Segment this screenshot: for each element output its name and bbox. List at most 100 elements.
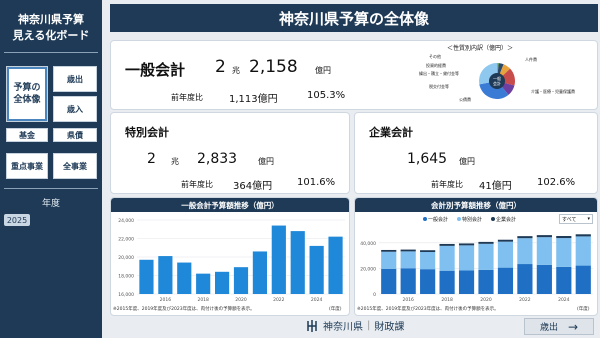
x-tick-label: 2016 — [160, 297, 172, 303]
general-amount-cho: 2 — [215, 57, 226, 77]
nav-expenditure-button[interactable]: 歳出 — [53, 66, 97, 92]
pie-label: 投資的経費 — [426, 62, 446, 68]
year-label: 年度 — [41, 199, 60, 209]
logo-divider: | — [367, 320, 371, 331]
stacked-bar-segment[interactable] — [420, 250, 436, 253]
special-amount-oku: 2,833 — [197, 151, 238, 167]
bar[interactable] — [177, 262, 192, 294]
stacked-bar-segment[interactable] — [556, 238, 572, 267]
legend-label: 企業会計 — [496, 216, 516, 223]
x-tick-label: 2018 — [197, 297, 209, 303]
stacked-bar-segment[interactable] — [575, 265, 591, 294]
special-yoy-diff: 364億円 — [233, 181, 273, 192]
general-budget-trend-chart-card: 一般会計予算額推移（億円） 16,000 18,000 20,000 22,000 24… — [110, 197, 350, 316]
chart1-axis-note: (年度) — [329, 307, 342, 312]
enterprise-amount-oku-unit: 億円 — [459, 157, 475, 166]
stacked-bar-segment[interactable] — [575, 234, 591, 237]
stacked-bar-segment[interactable] — [478, 269, 494, 294]
nav-revenue-button[interactable]: 歳入 — [53, 96, 97, 122]
stacked-bar-segment[interactable] — [497, 241, 514, 268]
stacked-bar-segment[interactable] — [381, 268, 397, 294]
bar[interactable] — [290, 231, 305, 294]
app-title: 神奈川県予算 見える化ボード — [12, 13, 90, 42]
stacked-bar-segment[interactable] — [400, 268, 416, 294]
legend-marker — [457, 217, 461, 221]
bar[interactable] — [196, 273, 211, 294]
sidebar-divider — [4, 52, 98, 53]
nav-priority-projects-button[interactable]: 重点事業 — [6, 153, 48, 179]
stacked-bar-segment[interactable] — [497, 239, 514, 242]
stacked-bar-segment[interactable] — [556, 236, 572, 239]
special-amount-cho-unit: 兆 — [171, 157, 179, 166]
bar[interactable] — [271, 225, 286, 294]
stacked-bar-segment[interactable] — [536, 264, 552, 294]
stacked-bar-segment[interactable] — [400, 249, 416, 252]
stacked-bar-segment[interactable] — [517, 238, 533, 265]
special-yoy-pct: 101.6% — [297, 177, 336, 188]
stacked-bar-segment[interactable] — [517, 264, 533, 294]
stacked-bar-segment[interactable] — [439, 270, 455, 294]
prefecture-emblem-icon — [307, 319, 317, 332]
stacked-bar-segment[interactable] — [420, 269, 436, 294]
stacked-bar-segment[interactable] — [556, 266, 572, 294]
enterprise-account-label: 企業会計 — [369, 126, 413, 139]
stacked-bar-segment[interactable] — [439, 245, 455, 271]
bar[interactable] — [252, 251, 267, 294]
general-yoy-label: 前年度比 — [171, 93, 203, 102]
y-tick-label: 0 — [373, 292, 376, 298]
pie-label: 介護・医療・児童保護費 — [531, 88, 575, 94]
pie-label: 人件費 — [525, 56, 537, 62]
stacked-bar-segment[interactable] — [381, 249, 397, 252]
stacked-bar-segment[interactable] — [536, 235, 552, 238]
stacked-bar-segment[interactable] — [536, 237, 552, 265]
x-tick-label: 2016 — [402, 297, 414, 303]
account-budget-trend-chart-card: 会計別予算額推移（億円） すべて ▾ 一般会計 特別会計 企業会計 0 20,000 40… — [354, 197, 598, 316]
pie-label: 繰出・積立・貸付金等 — [419, 70, 459, 76]
general-yoy-pct: 105.3% — [307, 90, 346, 101]
y-tick-label: 40,000 — [360, 241, 376, 247]
nav-all-projects-button[interactable]: 全事業 — [53, 153, 97, 179]
year-select[interactable]: 2025 — [4, 214, 30, 226]
next-page-button[interactable]: 歳出 → — [524, 318, 594, 335]
enterprise-yoy-pct: 102.6% — [537, 177, 576, 188]
pie-label: 公債費 — [459, 96, 471, 102]
stacked-bar-segment[interactable] — [400, 251, 416, 269]
legend-marker — [423, 217, 427, 221]
stacked-bar-segment[interactable] — [458, 243, 475, 246]
stacked-bar-segment[interactable] — [497, 267, 514, 294]
stacked-bar-segment[interactable] — [381, 251, 397, 269]
stacked-bar-segment[interactable] — [478, 243, 494, 270]
general-yoy-diff: 1,113億円 — [229, 94, 278, 105]
x-tick-label: 2024 — [311, 297, 323, 303]
bar[interactable] — [139, 259, 154, 294]
stacked-bar-segment[interactable] — [458, 245, 475, 271]
bar[interactable] — [233, 267, 249, 294]
sidebar: 神奈川県予算 見える化ボード 予算の 全体像 歳出 歳入 基金 県債 重点事業 … — [0, 0, 102, 338]
nav-fund-button[interactable]: 基金 — [6, 128, 48, 142]
general-amount-cho-unit: 兆 — [232, 66, 240, 75]
chart2-footnote: ※2015年度、2019年度及び2023年度は、肉付け後の予算額を表示。 — [357, 307, 499, 312]
general-account-card: 一般会計 2 兆 2,158 億円 前年度比 1,113億円 105.3% ＜性… — [110, 40, 598, 110]
y-tick-label: 16,000 — [118, 292, 134, 298]
x-tick-label: 2020 — [480, 297, 492, 303]
stacked-bar-segment[interactable] — [517, 236, 533, 239]
stacked-bar-segment[interactable] — [420, 252, 436, 270]
stacked-bar-segment[interactable] — [458, 270, 475, 294]
next-page-label: 歳出 — [539, 323, 558, 333]
nav-debt-button[interactable]: 県債 — [53, 128, 97, 142]
bar[interactable] — [309, 245, 324, 294]
legend-label: 特別会計 — [462, 216, 482, 223]
general-budget-trend-chart: 16,000 18,000 20,000 22,000 24,000 2016 2018 20… — [118, 218, 345, 303]
bar[interactable] — [215, 271, 230, 294]
chart1-title: 一般会計予算額推移（億円） — [111, 198, 349, 212]
nav-overview-button[interactable]: 予算の 全体像 — [6, 66, 48, 122]
stacked-bar-segment[interactable] — [478, 241, 494, 244]
chart1-footnote: ※2015年度、2019年度及び2023年度は、肉付け後の予算額を表示。 — [113, 307, 255, 312]
bar[interactable] — [328, 236, 343, 294]
bar[interactable] — [158, 256, 173, 294]
legend-label: 一般会計 — [428, 216, 448, 223]
stacked-bar-segment[interactable] — [439, 243, 455, 246]
logo-text: 神奈川県 — [323, 322, 363, 333]
stacked-bar-segment[interactable] — [575, 236, 591, 266]
enterprise-yoy-label: 前年度比 — [431, 180, 463, 189]
